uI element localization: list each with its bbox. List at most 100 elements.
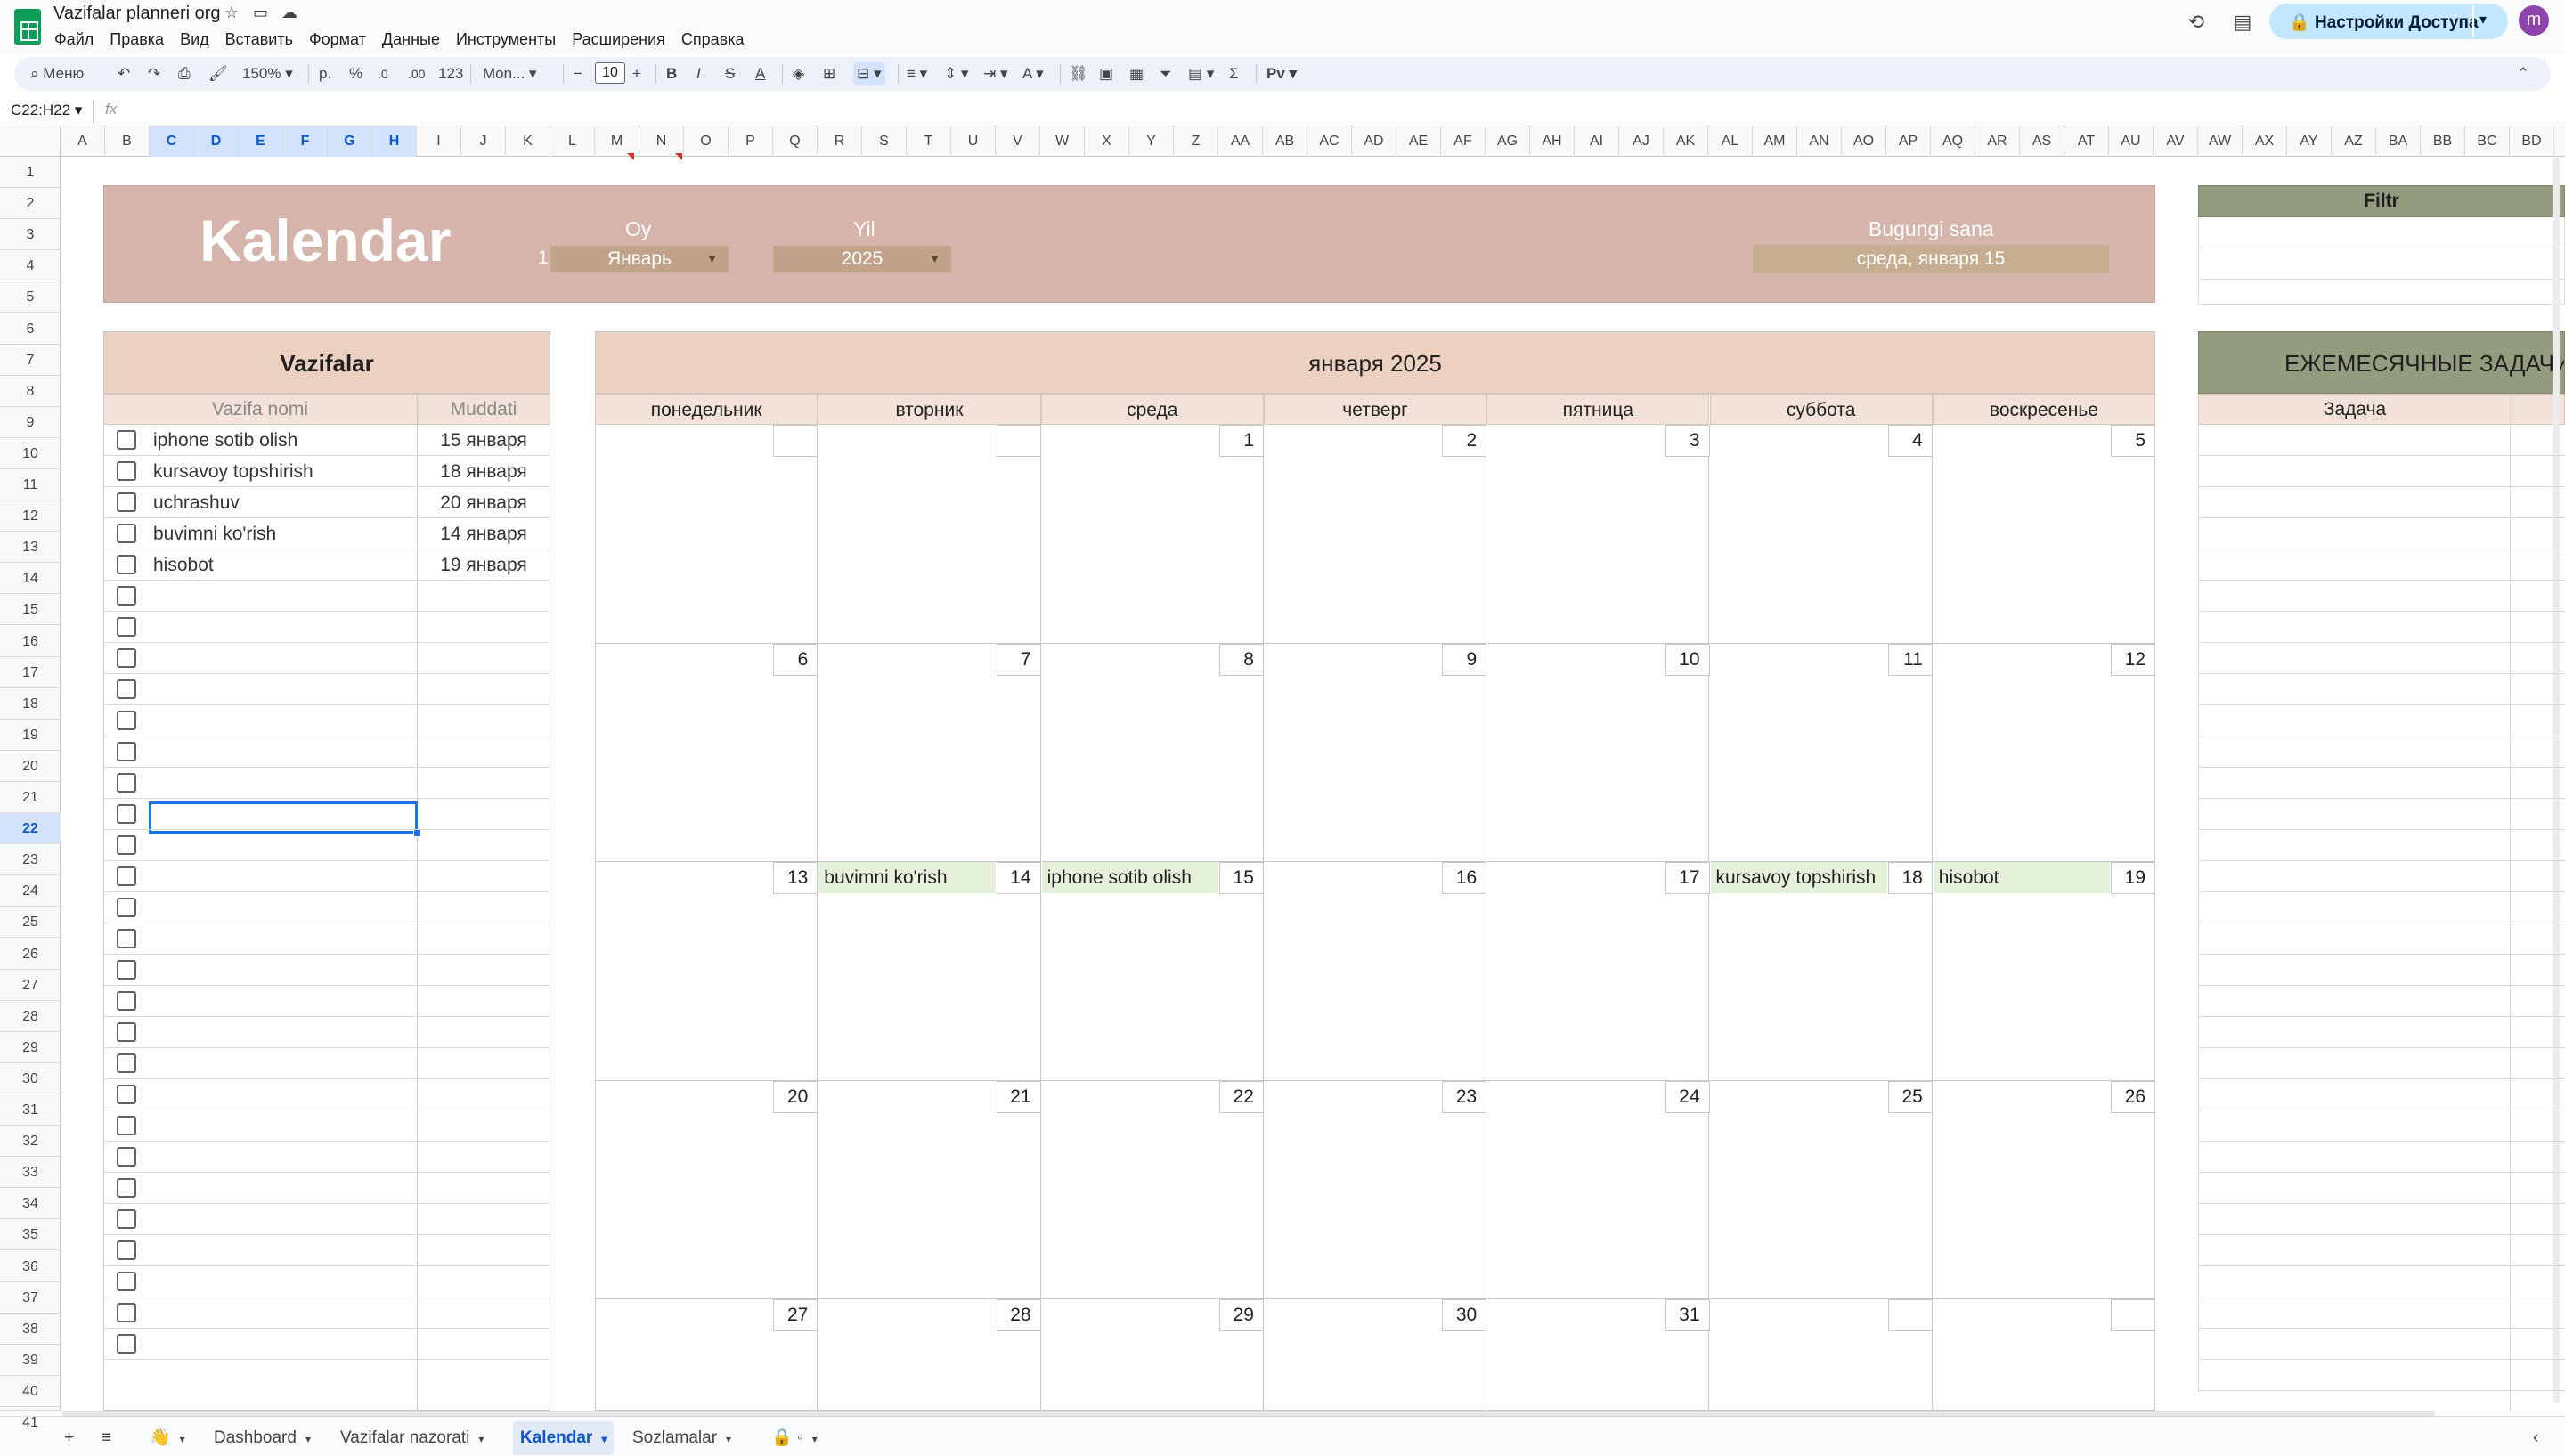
monthly-task-row[interactable] xyxy=(2198,1235,2565,1266)
task-row[interactable] xyxy=(103,705,550,736)
row-header[interactable]: 20 xyxy=(0,751,61,782)
calendar-day-cell[interactable] xyxy=(1486,425,1710,644)
calendar-event[interactable]: buvimni ko'rish xyxy=(818,862,996,893)
calendar-day-cell[interactable] xyxy=(1709,862,1933,1081)
calendar-day-cell[interactable] xyxy=(1263,643,1487,862)
month-dropdown[interactable]: Январь ▼ xyxy=(550,246,729,272)
calendar-day-cell[interactable] xyxy=(595,1080,818,1299)
task-row[interactable] xyxy=(103,1204,550,1235)
monthly-task-row[interactable] xyxy=(2198,768,2565,799)
column-header[interactable]: AT xyxy=(2064,126,2109,157)
column-header[interactable]: B xyxy=(105,126,150,157)
monthly-task-row[interactable] xyxy=(2198,518,2565,549)
column-header[interactable]: T xyxy=(907,126,951,157)
calendar-day-cell[interactable] xyxy=(595,425,818,644)
task-row[interactable] xyxy=(103,581,550,612)
emoji-sheet-tab[interactable]: 👋 ▾ xyxy=(142,1421,192,1455)
row-header[interactable]: 26 xyxy=(0,939,61,970)
row-header[interactable]: 6 xyxy=(0,313,61,345)
task-row[interactable] xyxy=(103,1048,550,1079)
font-size-input[interactable]: 10 xyxy=(595,62,625,84)
task-checkbox[interactable] xyxy=(117,648,136,668)
calendar-day-cell[interactable] xyxy=(595,862,818,1081)
task-checkbox[interactable] xyxy=(117,960,136,980)
task-checkbox[interactable] xyxy=(117,1147,136,1167)
chevron-down-icon[interactable]: ▾ xyxy=(726,1433,731,1445)
monthly-task-row[interactable] xyxy=(2198,456,2565,487)
column-header[interactable]: W xyxy=(1040,126,1085,157)
row-header[interactable]: 16 xyxy=(0,626,61,657)
fill-color-icon[interactable]: ◈ xyxy=(793,62,804,85)
monthly-task-row[interactable] xyxy=(2198,425,2565,456)
row-header[interactable]: 13 xyxy=(0,532,61,564)
column-header[interactable]: AR xyxy=(1975,126,2020,157)
calendar-day-cell[interactable] xyxy=(1486,643,1710,862)
calendar-day-cell[interactable] xyxy=(818,643,1041,862)
calendar-day-cell[interactable] xyxy=(1263,1080,1487,1299)
task-row[interactable] xyxy=(103,830,550,861)
column-header[interactable]: AZ xyxy=(2332,126,2376,157)
filter-row[interactable] xyxy=(2198,280,2565,305)
task-checkbox[interactable] xyxy=(117,773,136,793)
calendar-day-cell[interactable] xyxy=(818,425,1041,644)
column-header[interactable]: H xyxy=(372,126,417,157)
vertical-align-icon[interactable]: ⇕ ▾ xyxy=(944,62,969,85)
task-row[interactable] xyxy=(103,1173,550,1204)
calendar-day-cell[interactable] xyxy=(1263,862,1487,1081)
avatar[interactable]: m xyxy=(2519,5,2549,36)
menu-item[interactable]: Формат xyxy=(301,28,374,50)
row-header[interactable]: 15 xyxy=(0,594,61,626)
task-row[interactable] xyxy=(103,923,550,955)
task-row[interactable] xyxy=(103,1235,550,1266)
row-header[interactable]: 3 xyxy=(0,219,61,251)
calendar-day-cell[interactable] xyxy=(1932,425,2156,644)
column-header[interactable]: AM xyxy=(1753,126,1797,157)
row-header[interactable]: 18 xyxy=(0,688,61,720)
menu-item[interactable]: Расширения xyxy=(564,28,673,50)
task-checkbox[interactable] xyxy=(117,742,136,761)
calendar-event[interactable]: iphone sotib olish xyxy=(1041,862,1218,893)
menu-item[interactable]: Вставить xyxy=(217,28,301,50)
menu-search-button[interactable]: ⌕ Меню xyxy=(30,62,84,85)
row-header[interactable]: 23 xyxy=(0,844,61,876)
task-row[interactable] xyxy=(103,986,550,1017)
column-header[interactable]: O xyxy=(684,126,729,157)
task-row[interactable] xyxy=(103,1079,550,1110)
text-wrapping-icon[interactable]: ⇥ ▾ xyxy=(983,62,1008,85)
column-header[interactable]: AW xyxy=(2198,126,2243,157)
monthly-task-row[interactable] xyxy=(2198,736,2565,768)
menu-item[interactable]: Инструменты xyxy=(448,28,564,50)
horizontal-align-icon[interactable]: ≡ ▾ xyxy=(907,62,927,85)
filter-row[interactable] xyxy=(2198,248,2565,280)
document-title[interactable]: Vazifalar planneri org xyxy=(53,4,221,24)
row-header[interactable]: 35 xyxy=(0,1219,61,1251)
task-row[interactable] xyxy=(103,1110,550,1142)
borders-icon[interactable]: ⊞ xyxy=(823,62,835,85)
monthly-task-row[interactable] xyxy=(2198,1204,2565,1235)
column-header[interactable]: Q xyxy=(773,126,818,157)
task-row[interactable] xyxy=(103,955,550,986)
column-header[interactable]: I xyxy=(417,126,461,157)
calendar-day-cell[interactable] xyxy=(1709,425,1933,644)
task-checkbox[interactable] xyxy=(117,835,136,855)
row-header[interactable]: 36 xyxy=(0,1251,61,1282)
column-header[interactable]: G xyxy=(328,126,372,157)
column-header[interactable]: Y xyxy=(1129,126,1174,157)
sheets-logo-icon[interactable] xyxy=(14,9,41,45)
column-header[interactable]: AG xyxy=(1486,126,1530,157)
task-row[interactable] xyxy=(103,1329,550,1360)
scroll-tabs-left-icon[interactable]: ‹ xyxy=(2526,1421,2545,1455)
monthly-task-row[interactable] xyxy=(2198,923,2565,955)
collapse-toolbar-icon[interactable]: ⌃ xyxy=(2517,62,2529,85)
row-header[interactable]: 11 xyxy=(0,469,61,501)
merge-cells-icon[interactable]: ⊟ ▾ xyxy=(853,62,885,85)
column-header[interactable]: AU xyxy=(2109,126,2154,157)
insert-comment-icon[interactable]: ▣ xyxy=(1099,62,1113,85)
row-header[interactable]: 8 xyxy=(0,376,61,407)
monthly-task-row[interactable] xyxy=(2198,487,2565,518)
row-header[interactable]: 7 xyxy=(0,345,61,376)
task-checkbox[interactable] xyxy=(117,617,136,637)
calendar-day-cell[interactable] xyxy=(1040,425,1264,644)
monthly-task-row[interactable] xyxy=(2198,1329,2565,1360)
row-header[interactable]: 2 xyxy=(0,188,61,220)
